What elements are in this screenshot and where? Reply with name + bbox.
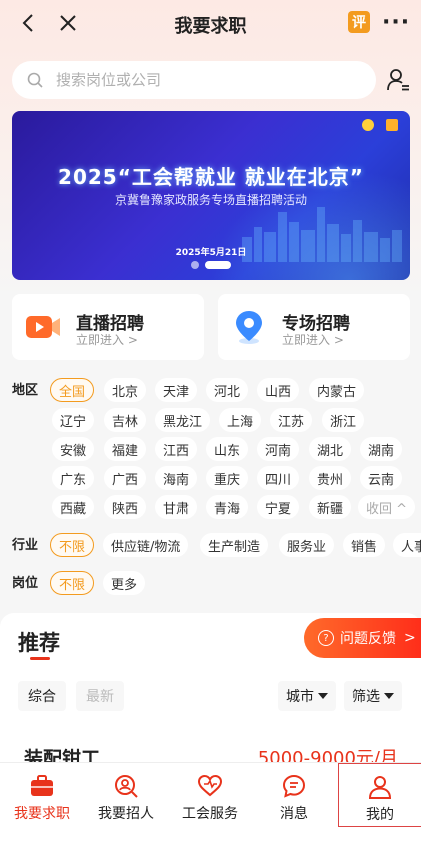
city-dropdown-label: 城市	[286, 689, 314, 705]
carousel-dot-active[interactable]	[205, 261, 231, 269]
special-recruitment-enter: 立即进入 >	[282, 333, 344, 347]
video-play-icon	[26, 316, 60, 338]
feedback-label: 问题反馈	[340, 631, 396, 647]
region-chip[interactable]: 湖南	[360, 437, 403, 461]
nav-messages[interactable]: 消息	[252, 763, 336, 827]
region-chip[interactable]: 宁夏	[257, 495, 300, 519]
region-chip[interactable]: 河北	[206, 378, 249, 402]
banner-subtitle: 京冀鲁豫家政服务专场直播招聘活动	[114, 193, 307, 207]
question-icon: ?	[318, 630, 334, 646]
union-logo-icon	[362, 119, 374, 131]
search-input[interactable]	[56, 71, 356, 89]
filter-dropdown-label: 筛选	[352, 689, 380, 705]
search-bar[interactable]	[12, 61, 376, 99]
collapse-regions-button[interactable]: 收回 ^	[358, 495, 416, 519]
banner-date: 2025年5月21日	[175, 248, 247, 258]
recommend-underline	[30, 657, 50, 660]
carousel-indicator	[12, 261, 410, 269]
region-chip[interactable]: 辽宁	[52, 408, 95, 432]
region-chip[interactable]: 浙江	[322, 408, 365, 432]
caret-down-icon	[318, 693, 328, 699]
region-chip[interactable]: 陕西	[104, 495, 147, 519]
industry-chip-all[interactable]: 不限	[50, 533, 95, 557]
nav-job-seeking[interactable]: 我要求职	[0, 763, 84, 827]
briefcase-icon	[31, 775, 53, 796]
industry-chip[interactable]: 供应链/物流	[103, 533, 189, 557]
position-chip-more[interactable]: 更多	[103, 571, 146, 595]
region-chip-all[interactable]: 全国	[50, 378, 95, 402]
region-chip[interactable]: 广东	[52, 466, 95, 490]
industry-label: 行业	[12, 538, 39, 553]
nav-mine[interactable]: 我的	[338, 763, 421, 827]
bottom-navigation: 我要求职 我要招人 工会服务 消息 我的	[0, 762, 421, 841]
partner-logo-icon	[386, 119, 398, 131]
review-icon[interactable]: 评	[348, 11, 370, 33]
live-recruitment-enter: 立即进入 >	[76, 333, 138, 347]
recommend-title: 推荐	[18, 631, 60, 655]
carousel-dot[interactable]	[191, 261, 199, 269]
region-chip[interactable]: 重庆	[206, 466, 249, 490]
banner-logos	[362, 119, 398, 131]
region-chip[interactable]: 江苏	[270, 408, 313, 432]
nav-hiring[interactable]: 我要招人	[84, 763, 168, 827]
region-chip[interactable]: 海南	[155, 466, 198, 490]
profile-icon	[368, 776, 392, 799]
region-chip[interactable]: 云南	[360, 466, 403, 490]
region-chip[interactable]: 青海	[206, 495, 249, 519]
region-chip[interactable]: 内蒙古	[309, 378, 365, 402]
region-chip[interactable]: 吉林	[104, 408, 147, 432]
region-chip[interactable]: 安徽	[52, 437, 95, 461]
industry-chip[interactable]: 生产制造	[200, 533, 269, 557]
region-chip[interactable]: 黑龙江	[155, 408, 211, 432]
header: 我要求职 评 ···	[0, 0, 421, 48]
tab-latest[interactable]: 最新	[76, 681, 124, 711]
more-icon[interactable]: ···	[382, 10, 410, 35]
caret-down-icon	[384, 693, 394, 699]
nav-union-service[interactable]: 工会服务	[168, 763, 252, 827]
feedback-button[interactable]: ? 问题反馈 >	[304, 618, 421, 658]
nav-label: 我要求职	[14, 806, 70, 822]
heart-icon	[197, 774, 223, 797]
nav-label: 我要招人	[98, 806, 154, 822]
industry-chip[interactable]: 销售	[343, 533, 386, 557]
industry-chip[interactable]: 人事	[393, 533, 421, 557]
position-chip-all[interactable]: 不限	[50, 571, 95, 595]
region-chip[interactable]: 江西	[155, 437, 198, 461]
region-chip[interactable]: 西藏	[52, 495, 95, 519]
region-chip[interactable]: 上海	[219, 408, 262, 432]
chevron-right-icon: >	[404, 630, 416, 646]
nav-label: 工会服务	[182, 806, 238, 822]
location-pin-icon	[236, 311, 262, 344]
nav-label: 我的	[366, 807, 394, 823]
search-person-icon	[115, 775, 138, 798]
region-chip[interactable]: 贵州	[309, 466, 352, 490]
region-chip[interactable]: 四川	[257, 466, 300, 490]
region-chip[interactable]: 山东	[206, 437, 249, 461]
region-chip[interactable]: 甘肃	[155, 495, 198, 519]
region-chip[interactable]: 天津	[155, 378, 198, 402]
region-chip[interactable]: 广西	[104, 466, 147, 490]
region-chip[interactable]: 北京	[104, 378, 147, 402]
tab-comprehensive[interactable]: 综合	[18, 681, 66, 711]
region-label: 地区	[12, 383, 39, 398]
region-chip[interactable]: 河南	[257, 437, 300, 461]
industry-chip[interactable]: 服务业	[279, 533, 335, 557]
nav-label: 消息	[280, 806, 308, 822]
banner-title: 2025“工会帮就业 就业在北京”	[58, 165, 364, 189]
region-chip[interactable]: 福建	[104, 437, 147, 461]
user-filter-icon[interactable]	[386, 68, 410, 92]
promo-banner[interactable]: 2025“工会帮就业 就业在北京” 京冀鲁豫家政服务专场直播招聘活动 2025年…	[12, 111, 410, 280]
region-chip[interactable]: 新疆	[309, 495, 352, 519]
region-chip[interactable]: 湖北	[309, 437, 352, 461]
city-dropdown[interactable]: 城市	[278, 681, 336, 711]
filter-dropdown[interactable]: 筛选	[344, 681, 402, 711]
search-icon	[27, 72, 43, 88]
message-icon	[282, 774, 306, 798]
region-chip[interactable]: 山西	[257, 378, 300, 402]
special-recruitment-card[interactable]: 专场招聘 立即进入 >	[218, 294, 410, 360]
position-label: 岗位	[12, 576, 39, 591]
live-recruitment-card[interactable]: 直播招聘 立即进入 >	[12, 294, 204, 360]
